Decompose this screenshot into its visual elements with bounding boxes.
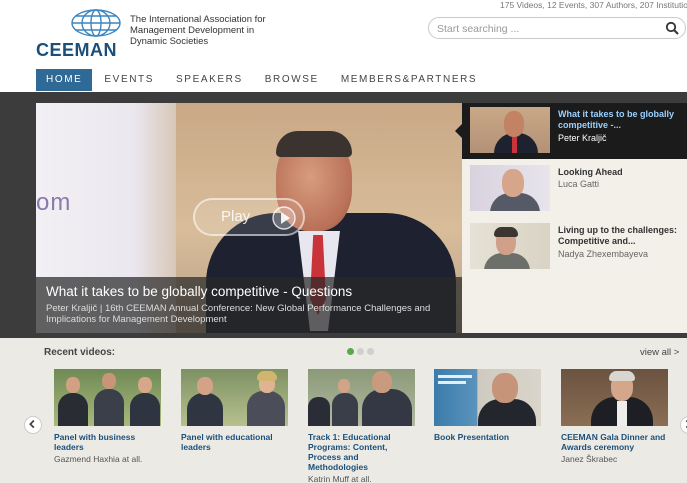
featured-video[interactable]: om Play What it takes to be globally com… bbox=[36, 103, 462, 333]
active-arrow-icon bbox=[455, 124, 462, 138]
carousel-prev-button[interactable] bbox=[24, 416, 42, 434]
recent-video-card[interactable]: Panel with business leaders Gazmend Haxh… bbox=[54, 369, 166, 464]
video-title[interactable]: What it takes to be globally competitive… bbox=[46, 284, 352, 299]
search-icon[interactable] bbox=[665, 21, 679, 35]
carousel-pager bbox=[347, 348, 377, 355]
video-card-title: Track 1: Educational Programs: Content, … bbox=[308, 432, 391, 472]
view-all-link[interactable]: view all > bbox=[640, 347, 679, 358]
playlist-author: Peter Kraljič bbox=[558, 133, 607, 143]
featured-section: om Play What it takes to be globally com… bbox=[0, 92, 687, 338]
recent-videos-title: Recent videos: bbox=[44, 347, 116, 358]
nav-browse[interactable]: BROWSE bbox=[255, 69, 329, 91]
playlist-thumbnail bbox=[470, 107, 550, 153]
video-backdrop-text: om bbox=[36, 189, 72, 216]
video-card-title: Panel with educational leaders bbox=[181, 432, 273, 452]
playlist-author: Luca Gatti bbox=[558, 179, 600, 189]
nav-members-partners[interactable]: MEMBERS&PARTNERS bbox=[331, 69, 487, 91]
play-icon bbox=[272, 206, 296, 230]
featured-playlist: What it takes to be globally competitive… bbox=[455, 103, 687, 333]
recent-video-card[interactable]: Book Presentation bbox=[434, 369, 546, 444]
video-card-author: Gazmend Haxhia at all. bbox=[54, 454, 143, 464]
main-nav: HOME EVENTS SPEAKERS BROWSE MEMBERS&PART… bbox=[36, 69, 489, 91]
recent-video-card[interactable]: Panel with educational leaders bbox=[181, 369, 293, 454]
globe-logo-icon bbox=[71, 9, 121, 37]
playlist-title: What it takes to be globally competitive… bbox=[558, 109, 675, 130]
carousel-next-button[interactable] bbox=[680, 416, 687, 434]
pager-dot[interactable] bbox=[347, 348, 354, 355]
playlist-title: Living up to the challenges: Competitive… bbox=[558, 225, 678, 246]
playlist-thumbnail bbox=[470, 223, 550, 269]
recent-video-card[interactable]: CEEMAN Gala Dinner and Awards ceremony J… bbox=[561, 369, 673, 464]
ceeman-logo[interactable]: CEEMAN bbox=[36, 8, 132, 60]
video-thumbnail bbox=[434, 369, 541, 426]
play-label: Play bbox=[221, 208, 251, 225]
video-card-title: Book Presentation bbox=[434, 432, 510, 442]
playlist-item[interactable]: Looking Ahead Luca Gatti bbox=[462, 161, 687, 217]
video-subtitle: Peter Kraljič | 16th CEEMAN Annual Confe… bbox=[46, 303, 431, 325]
pager-dot[interactable] bbox=[367, 348, 374, 355]
playlist-item[interactable]: Living up to the challenges: Competitive… bbox=[462, 219, 687, 275]
chevron-right-icon bbox=[685, 419, 687, 429]
video-thumbnail bbox=[54, 369, 161, 426]
video-thumbnail bbox=[181, 369, 288, 426]
video-card-title: Panel with business leaders bbox=[54, 432, 136, 452]
play-button[interactable]: Play bbox=[193, 198, 305, 236]
nav-events[interactable]: EVENTS bbox=[94, 69, 164, 91]
pager-dot[interactable] bbox=[357, 348, 364, 355]
video-caption: What it takes to be globally competitive… bbox=[36, 277, 462, 333]
video-card-title: CEEMAN Gala Dinner and Awards ceremony bbox=[561, 432, 666, 452]
chevron-left-icon bbox=[29, 419, 35, 429]
site-tagline: The International Association for Manage… bbox=[130, 14, 266, 47]
video-card-author: Janez Škrabec bbox=[561, 454, 618, 464]
video-card-author: Katrin Muff at all. bbox=[308, 474, 372, 483]
recent-video-card[interactable]: Track 1: Educational Programs: Content, … bbox=[308, 369, 420, 483]
nav-speakers[interactable]: SPEAKERS bbox=[166, 69, 253, 91]
site-stats: 175 Videos, 12 Events, 307 Authors, 207 … bbox=[500, 0, 687, 10]
playlist-author: Nadya Zhexembayeva bbox=[558, 249, 649, 259]
logo-wordmark: CEEMAN bbox=[36, 40, 118, 60]
playlist-item[interactable]: What it takes to be globally competitive… bbox=[455, 103, 687, 159]
video-thumbnail bbox=[561, 369, 668, 426]
speaker-hair bbox=[276, 131, 352, 157]
search-box bbox=[428, 17, 686, 39]
playlist-title: Looking Ahead bbox=[558, 167, 623, 177]
recent-videos-section: Recent videos: view all > Panel with bus… bbox=[0, 338, 687, 483]
playlist-thumbnail bbox=[470, 165, 550, 211]
nav-home[interactable]: HOME bbox=[36, 69, 93, 91]
video-thumbnail bbox=[308, 369, 415, 426]
search-input[interactable] bbox=[437, 21, 657, 36]
